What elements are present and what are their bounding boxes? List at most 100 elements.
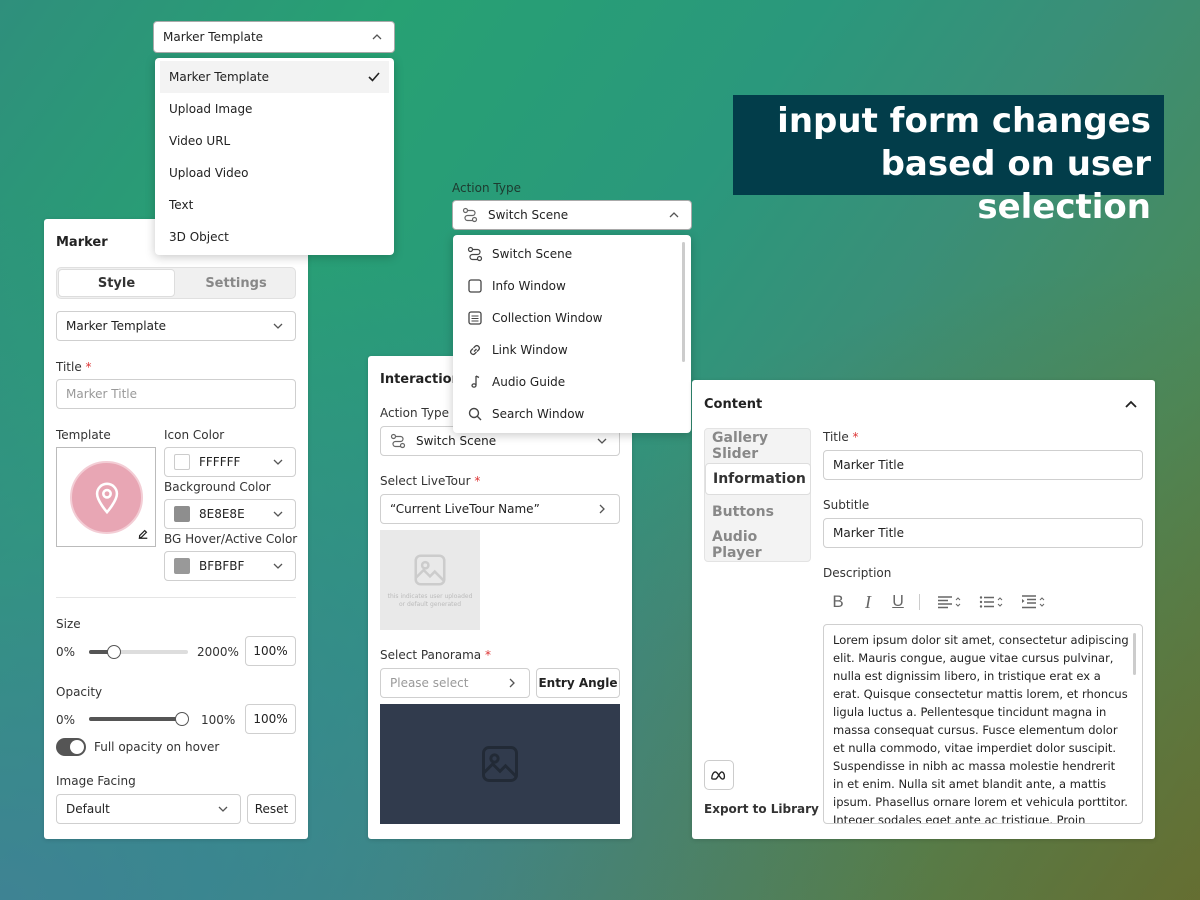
- marker-type-option[interactable]: Upload Image: [155, 93, 394, 125]
- action-option-link-window[interactable]: Link Window: [453, 334, 691, 366]
- bg-color-picker[interactable]: 8E8E8E: [164, 499, 296, 529]
- marker-type-option[interactable]: Video URL: [155, 125, 394, 157]
- opacity-value-input[interactable]: 100%: [245, 704, 296, 734]
- checkmark-icon: [368, 72, 380, 82]
- chevron-right-icon: [504, 675, 520, 691]
- chevron-down-icon: [270, 454, 286, 470]
- template-preview[interactable]: [56, 447, 156, 547]
- marker-type-option[interactable]: Upload Video: [155, 157, 394, 189]
- bold-icon[interactable]: B: [823, 592, 853, 612]
- tab-buttons[interactable]: Buttons: [705, 496, 811, 528]
- size-max: 2000%: [197, 645, 239, 659]
- hover-opacity-toggle[interactable]: [56, 738, 86, 756]
- marker-type-select[interactable]: Marker Template: [56, 311, 296, 341]
- tab-style[interactable]: Style: [58, 269, 175, 297]
- subtitle-value: Marker Title: [833, 526, 905, 540]
- tab-settings[interactable]: Settings: [177, 269, 295, 297]
- action-option-info-window[interactable]: Info Window: [453, 270, 691, 302]
- livetour-label: Select LiveTour *: [380, 474, 481, 488]
- size-label: Size: [56, 617, 81, 631]
- search-icon: [467, 406, 483, 422]
- marker-type-select-open[interactable]: Marker Template: [153, 21, 395, 53]
- opacity-slider[interactable]: [89, 712, 189, 726]
- underline-icon[interactable]: U: [883, 593, 913, 611]
- action-option-audio-guide[interactable]: Audio Guide: [453, 366, 691, 398]
- panorama-select[interactable]: Please select: [380, 668, 530, 698]
- icon-color-picker[interactable]: FFFFFF: [164, 447, 296, 477]
- bg-hover-color-picker[interactable]: BFBFBF: [164, 551, 296, 581]
- panorama-label: Select Panorama *: [380, 648, 491, 662]
- action-type-dropdown: Switch Scene Info Window Collection Wind…: [453, 235, 691, 433]
- tab-information[interactable]: Information: [705, 463, 811, 495]
- action-option-collection-window[interactable]: Collection Window: [453, 302, 691, 334]
- bg-hover-label: BG Hover/Active Color: [164, 532, 298, 546]
- opacity-value: 100%: [253, 712, 288, 726]
- meta-logo-icon: [711, 770, 726, 780]
- route-icon: [467, 246, 483, 262]
- location-pin-icon: [95, 482, 118, 514]
- panorama-placeholder: Please select: [390, 676, 469, 690]
- bullet-list-icon[interactable]: [970, 595, 1012, 609]
- marker-type-value: Marker Template: [66, 319, 167, 333]
- marker-title-input[interactable]: Marker Title: [56, 379, 296, 409]
- opacity-slider-knob[interactable]: [175, 712, 189, 726]
- editor-scrollbar[interactable]: [1133, 633, 1136, 675]
- dropdown-scrollbar[interactable]: [682, 242, 685, 362]
- marker-type-select-open-value: Marker Template: [163, 30, 264, 44]
- opacity-min: 0%: [56, 713, 76, 727]
- caption-line-1: input form changes: [777, 101, 1151, 141]
- size-slider[interactable]: [89, 645, 188, 659]
- list-box-icon: [467, 310, 483, 326]
- content-title-input[interactable]: Marker Title: [823, 450, 1143, 480]
- opacity-slider-fill: [89, 717, 182, 721]
- chevron-down-icon: [270, 318, 286, 334]
- livetour-thumbnail: this indicates user uploaded or default …: [380, 530, 480, 630]
- marker-title-placeholder: Marker Title: [66, 387, 138, 401]
- marker-type-dropdown: Marker Template Upload Image Video URL U…: [155, 58, 394, 255]
- action-type-open-value: Switch Scene: [488, 208, 569, 222]
- chevron-down-icon: [270, 558, 286, 574]
- divider: [56, 597, 296, 598]
- size-slider-knob[interactable]: [107, 645, 121, 659]
- action-option-search-window[interactable]: Search Window: [453, 398, 691, 430]
- align-icon[interactable]: [928, 595, 970, 609]
- marker-type-option[interactable]: Text: [155, 189, 394, 221]
- marker-type-option[interactable]: 3D Object: [155, 221, 394, 253]
- export-library-button[interactable]: [704, 760, 734, 790]
- tab-audio-player[interactable]: Audio Player: [705, 529, 811, 561]
- image-facing-select[interactable]: Default: [56, 794, 241, 824]
- bg-hover-value: BFBFBF: [199, 559, 245, 573]
- chevron-up-icon[interactable]: [1123, 396, 1139, 412]
- chevron-down-icon: [594, 433, 610, 449]
- content-panel-title: Content: [704, 397, 763, 412]
- description-editor[interactable]: Lorem ipsum dolor sit amet, consectetur …: [823, 624, 1143, 824]
- icon-color-swatch: [174, 454, 190, 470]
- image-facing-value: Default: [66, 802, 110, 816]
- link-icon: [467, 342, 483, 358]
- subtitle-input[interactable]: Marker Title: [823, 518, 1143, 548]
- interaction-panel-title: Interaction: [380, 372, 461, 387]
- reset-button[interactable]: Reset: [247, 794, 296, 824]
- hover-opacity-label: Full opacity on hover: [94, 740, 220, 754]
- music-note-icon: [467, 374, 483, 390]
- style-settings-tabs: Style Settings: [56, 267, 296, 299]
- caption-line-2: based on user selection: [880, 144, 1151, 227]
- chevron-down-icon: [270, 506, 286, 522]
- tab-gallery-slider[interactable]: Gallery Slider: [705, 430, 811, 462]
- line-spacing-icon[interactable]: [1012, 595, 1054, 609]
- route-icon: [462, 207, 478, 223]
- italic-icon[interactable]: I: [853, 592, 883, 613]
- rich-text-toolbar: B I U: [823, 591, 1143, 613]
- action-option-switch-scene[interactable]: Switch Scene: [453, 238, 691, 270]
- marker-type-option[interactable]: Marker Template: [160, 61, 389, 93]
- entry-angle-button[interactable]: Entry Angle: [536, 668, 620, 698]
- export-library-label[interactable]: Export to Library: [704, 802, 819, 816]
- content-title-value: Marker Title: [833, 458, 905, 472]
- action-type-select-open[interactable]: Switch Scene: [452, 200, 692, 230]
- subtitle-label: Subtitle: [823, 498, 870, 512]
- size-value-input[interactable]: 100%: [245, 636, 296, 666]
- content-panel: Content Gallery Slider Information Butto…: [692, 380, 1155, 839]
- action-type-floating-label: Action Type: [452, 181, 521, 195]
- livetour-select[interactable]: “Current LiveTour Name”: [380, 494, 620, 524]
- content-tabs: Gallery Slider Information Buttons Audio…: [704, 428, 811, 562]
